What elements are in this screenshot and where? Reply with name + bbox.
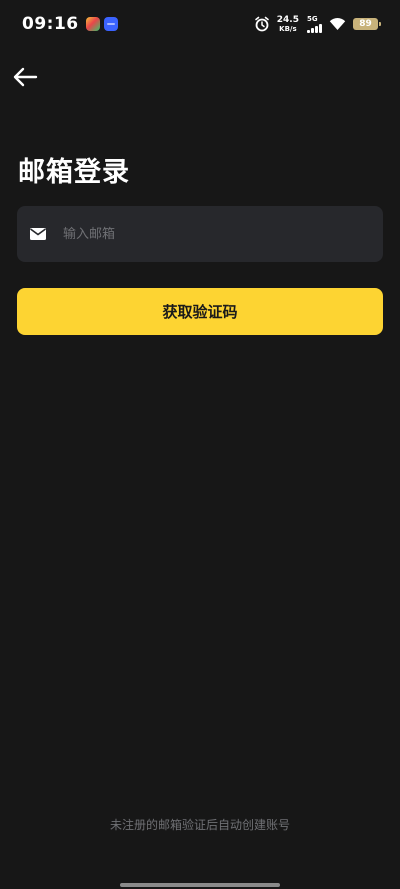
alarm-icon — [254, 16, 269, 32]
status-indicators: 24.5 KB/s 5G 89 — [254, 14, 381, 33]
auto-register-note: 未注册的邮箱验证后自动创建账号 — [109, 818, 290, 832]
home-indicator[interactable] — [120, 883, 280, 887]
mail-icon — [30, 228, 46, 240]
battery-level: 89 — [359, 19, 372, 29]
app-notification-icon — [103, 17, 118, 31]
signal-icon: 5G — [307, 14, 322, 33]
network-type: 5G — [307, 14, 318, 23]
back-button[interactable] — [10, 62, 40, 92]
email-field[interactable] — [17, 206, 383, 262]
app-notification-icon — [85, 17, 100, 31]
arrow-left-icon — [13, 67, 38, 87]
page-title: 邮箱登录 — [18, 157, 130, 188]
battery-icon: 89 — [353, 18, 381, 30]
network-speed-value: 24.5 — [276, 14, 299, 25]
network-speed: 24.5 KB/s — [276, 14, 299, 33]
status-time: 09:16 — [22, 14, 79, 34]
get-verification-code-button[interactable]: 获取验证码 — [17, 288, 383, 335]
wifi-icon — [329, 18, 346, 30]
email-input[interactable] — [63, 214, 369, 254]
login-screen: 09:16 24.5 KB/s 5G 89 邮箱登录 输入邮箱 获取验证码 未注… — [0, 0, 400, 889]
network-speed-unit: KB/s — [279, 24, 297, 33]
status-bar: 09:16 24.5 KB/s 5G 89 — [0, 0, 400, 48]
